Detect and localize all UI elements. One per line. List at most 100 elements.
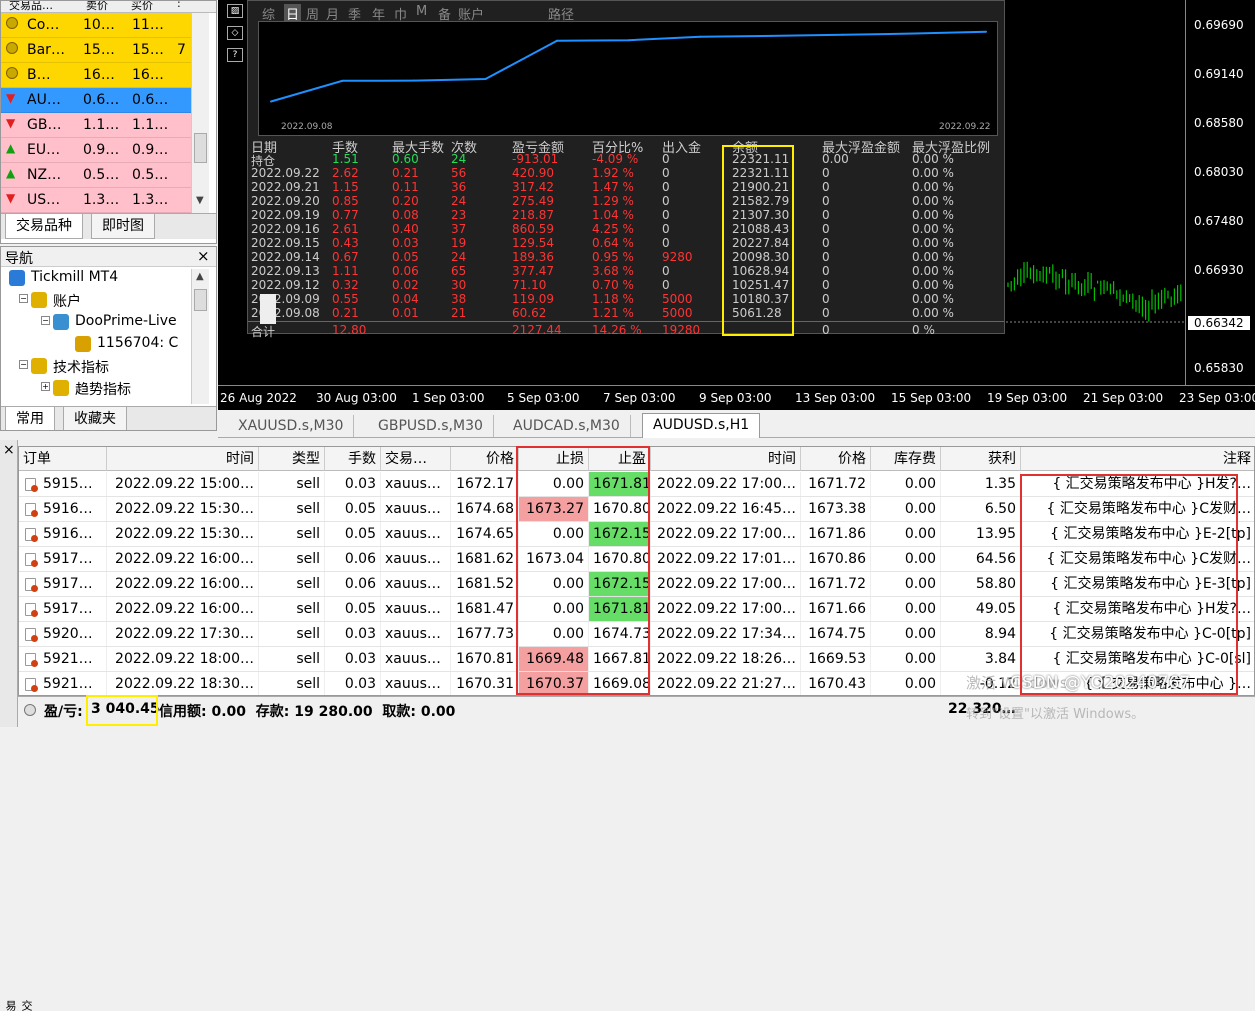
table-cell: 0.03 xyxy=(325,672,381,695)
table-cell: 0.03 xyxy=(325,622,381,647)
scroll-up-icon[interactable]: ▲ xyxy=(196,271,204,282)
table-row[interactable]: 5915… 2022.09.22 15:00… sell 0.03 xauus… 1672… xyxy=(19,472,1254,497)
table-cell: 0.00 xyxy=(519,597,589,622)
tab-common[interactable]: 常用 xyxy=(5,407,55,430)
table-row[interactable]: 5917… 2022.09.22 16:00… sell 0.06 xauus… 1681… xyxy=(19,572,1254,597)
market-watch-row[interactable]: ▼ AU… 0.6… 0.6… xyxy=(1,88,191,113)
close-icon[interactable]: × xyxy=(3,442,15,458)
column-header[interactable]: 交易… xyxy=(381,447,451,471)
scroll-thumb[interactable] xyxy=(194,133,207,163)
scroll-down-icon[interactable]: ▼ xyxy=(196,195,204,206)
column-header[interactable]: 止损 xyxy=(519,447,589,471)
report-total-divider xyxy=(248,321,1004,322)
table-cell: 64.56 xyxy=(941,547,1021,572)
table-cell: sell xyxy=(259,497,325,522)
table-row[interactable]: 5916… 2022.09.22 15:30… sell 0.05 xauus… 1674… xyxy=(19,522,1254,547)
column-header[interactable]: 库存费 xyxy=(871,447,941,471)
table-row[interactable]: 5916… 2022.09.22 15:30… sell 0.05 xauus… 1674… xyxy=(19,497,1254,522)
tree-expand-icon[interactable]: − xyxy=(19,294,28,303)
report-cell: 9280 xyxy=(662,250,693,264)
arrow-up-icon: ▲ xyxy=(6,166,16,180)
report-cell: 0.06 xyxy=(392,264,419,278)
table-row[interactable]: 5917… 2022.09.22 16:00… sell 0.05 xauus… 1681… xyxy=(19,597,1254,622)
column-header[interactable]: 获利 xyxy=(941,447,1021,471)
table-cell: 0.00 xyxy=(871,672,941,695)
report-cell: 2022.09.16 xyxy=(251,222,320,236)
table-cell: 1673.38 xyxy=(801,497,871,522)
col-bid[interactable]: 卖价 xyxy=(86,1,108,12)
bid-price: 1.3… xyxy=(83,192,120,208)
table-cell: 1671.81 xyxy=(589,597,651,622)
table-cell: 1667.81 xyxy=(589,647,651,672)
symbol-name: GB… xyxy=(27,117,62,133)
report-cell: 2022.09.22 xyxy=(251,166,320,180)
report-toolbar-item[interactable]: M xyxy=(416,4,427,19)
terminal-icon xyxy=(9,270,25,286)
close-icon[interactable]: × xyxy=(197,247,210,265)
market-watch-row[interactable]: ▲ NZ… 0.5… 0.5… xyxy=(1,163,191,188)
report-cell: 0 xyxy=(662,166,670,180)
tab-tick-chart[interactable]: 即时图 xyxy=(91,214,155,239)
report-cell: 2022.09.21 xyxy=(251,180,320,194)
tree-expand-icon[interactable]: − xyxy=(41,316,50,325)
equity-point xyxy=(913,32,916,35)
report-cell: 0 xyxy=(662,152,670,166)
order-status-dot xyxy=(31,610,38,617)
tree-expand-icon[interactable]: + xyxy=(41,382,50,391)
table-row[interactable]: 5917… 2022.09.22 16:00… sell 0.06 xauus… 1681… xyxy=(19,547,1254,572)
extra-value: 7 xyxy=(177,42,186,58)
help-icon[interactable]: ? xyxy=(227,48,243,62)
col-ask[interactable]: 买价 xyxy=(131,1,153,12)
tab-chart-audusd[interactable]: AUDUSD.s,H1 xyxy=(642,413,761,438)
market-watch-row[interactable]: Bar… 15… 15… 7 xyxy=(1,38,191,63)
column-header[interactable]: 时间 xyxy=(107,447,259,471)
tree-expand-icon[interactable]: − xyxy=(19,360,28,369)
table-cell: 2022.09.22 15:00… xyxy=(107,472,259,497)
column-header[interactable]: 时间 xyxy=(651,447,801,471)
table-cell: 58.80 xyxy=(941,572,1021,597)
col-symbol[interactable]: 交易品… xyxy=(9,1,53,12)
tab-chart-audcad[interactable]: AUDCAD.s,M30 xyxy=(503,415,631,437)
table-row[interactable]: 5920… 2022.09.22 17:30… sell 0.03 xauus… 1677… xyxy=(19,622,1254,647)
tab-chart-gbpusd[interactable]: GBPUSD.s,M30 xyxy=(368,415,494,437)
column-header[interactable]: 订单 xyxy=(19,447,107,471)
ask-price: 1.3… xyxy=(132,192,169,208)
table-cell: 2022.09.22 16:00… xyxy=(107,547,259,572)
ask-price: 0.5… xyxy=(132,167,169,183)
market-watch-row[interactable]: B… 16… 16… xyxy=(1,63,191,88)
scrollbar[interactable]: ▼ xyxy=(191,13,209,213)
order-status-dot xyxy=(31,635,38,642)
tab-chart-xauusd[interactable]: XAUUSD.s,M30 xyxy=(228,415,355,437)
report-cell: 0.64 % xyxy=(592,236,634,250)
price-tick-label: 0.67480 xyxy=(1194,214,1244,228)
report-cell: 0 xyxy=(822,208,830,222)
table-cell: 2022.09.22 15:30… xyxy=(107,497,259,522)
report-cell: 275.49 xyxy=(512,194,554,208)
column-header[interactable]: 止盈 xyxy=(589,447,651,471)
scrollbar[interactable]: ▲ xyxy=(191,269,209,404)
equity-point xyxy=(699,35,701,38)
market-watch-row[interactable]: ▲ EU… 0.9… 0.9… xyxy=(1,138,191,163)
tab-symbols[interactable]: 交易品种 xyxy=(5,214,83,239)
market-watch-row[interactable]: Co… 10… 11… xyxy=(1,13,191,38)
chart-tool-icon[interactable]: ◇ xyxy=(227,26,243,40)
table-row[interactable]: 5921… 2022.09.22 18:00… sell 0.03 xauus… 1670… xyxy=(19,647,1254,672)
table-cell: 1670.80 xyxy=(589,497,651,522)
time-tick-label: 21 Sep 03:00 xyxy=(1083,391,1164,405)
table-cell: sell xyxy=(259,672,325,695)
table-cell: sell xyxy=(259,597,325,622)
chart-tool-icon[interactable]: ▨ xyxy=(227,4,243,18)
table-cell: 1670.31 xyxy=(451,672,519,695)
col-more[interactable]: : xyxy=(177,1,181,10)
column-header[interactable]: 价格 xyxy=(451,447,519,471)
report-cell: 0.00 % xyxy=(912,278,954,292)
column-header[interactable]: 价格 xyxy=(801,447,871,471)
column-header[interactable]: 类型 xyxy=(259,447,325,471)
column-header[interactable]: 注释 xyxy=(1021,447,1254,471)
market-watch-row[interactable]: ▼ GB… 1.1… 1.1… xyxy=(1,113,191,138)
scroll-thumb[interactable] xyxy=(194,289,207,311)
table-cell: 1670.43 xyxy=(801,672,871,695)
market-watch-row[interactable]: ▼ US… 1.3… 1.3… xyxy=(1,188,191,213)
tab-favorites[interactable]: 收藏夹 xyxy=(63,407,127,430)
column-header[interactable]: 手数 xyxy=(325,447,381,471)
